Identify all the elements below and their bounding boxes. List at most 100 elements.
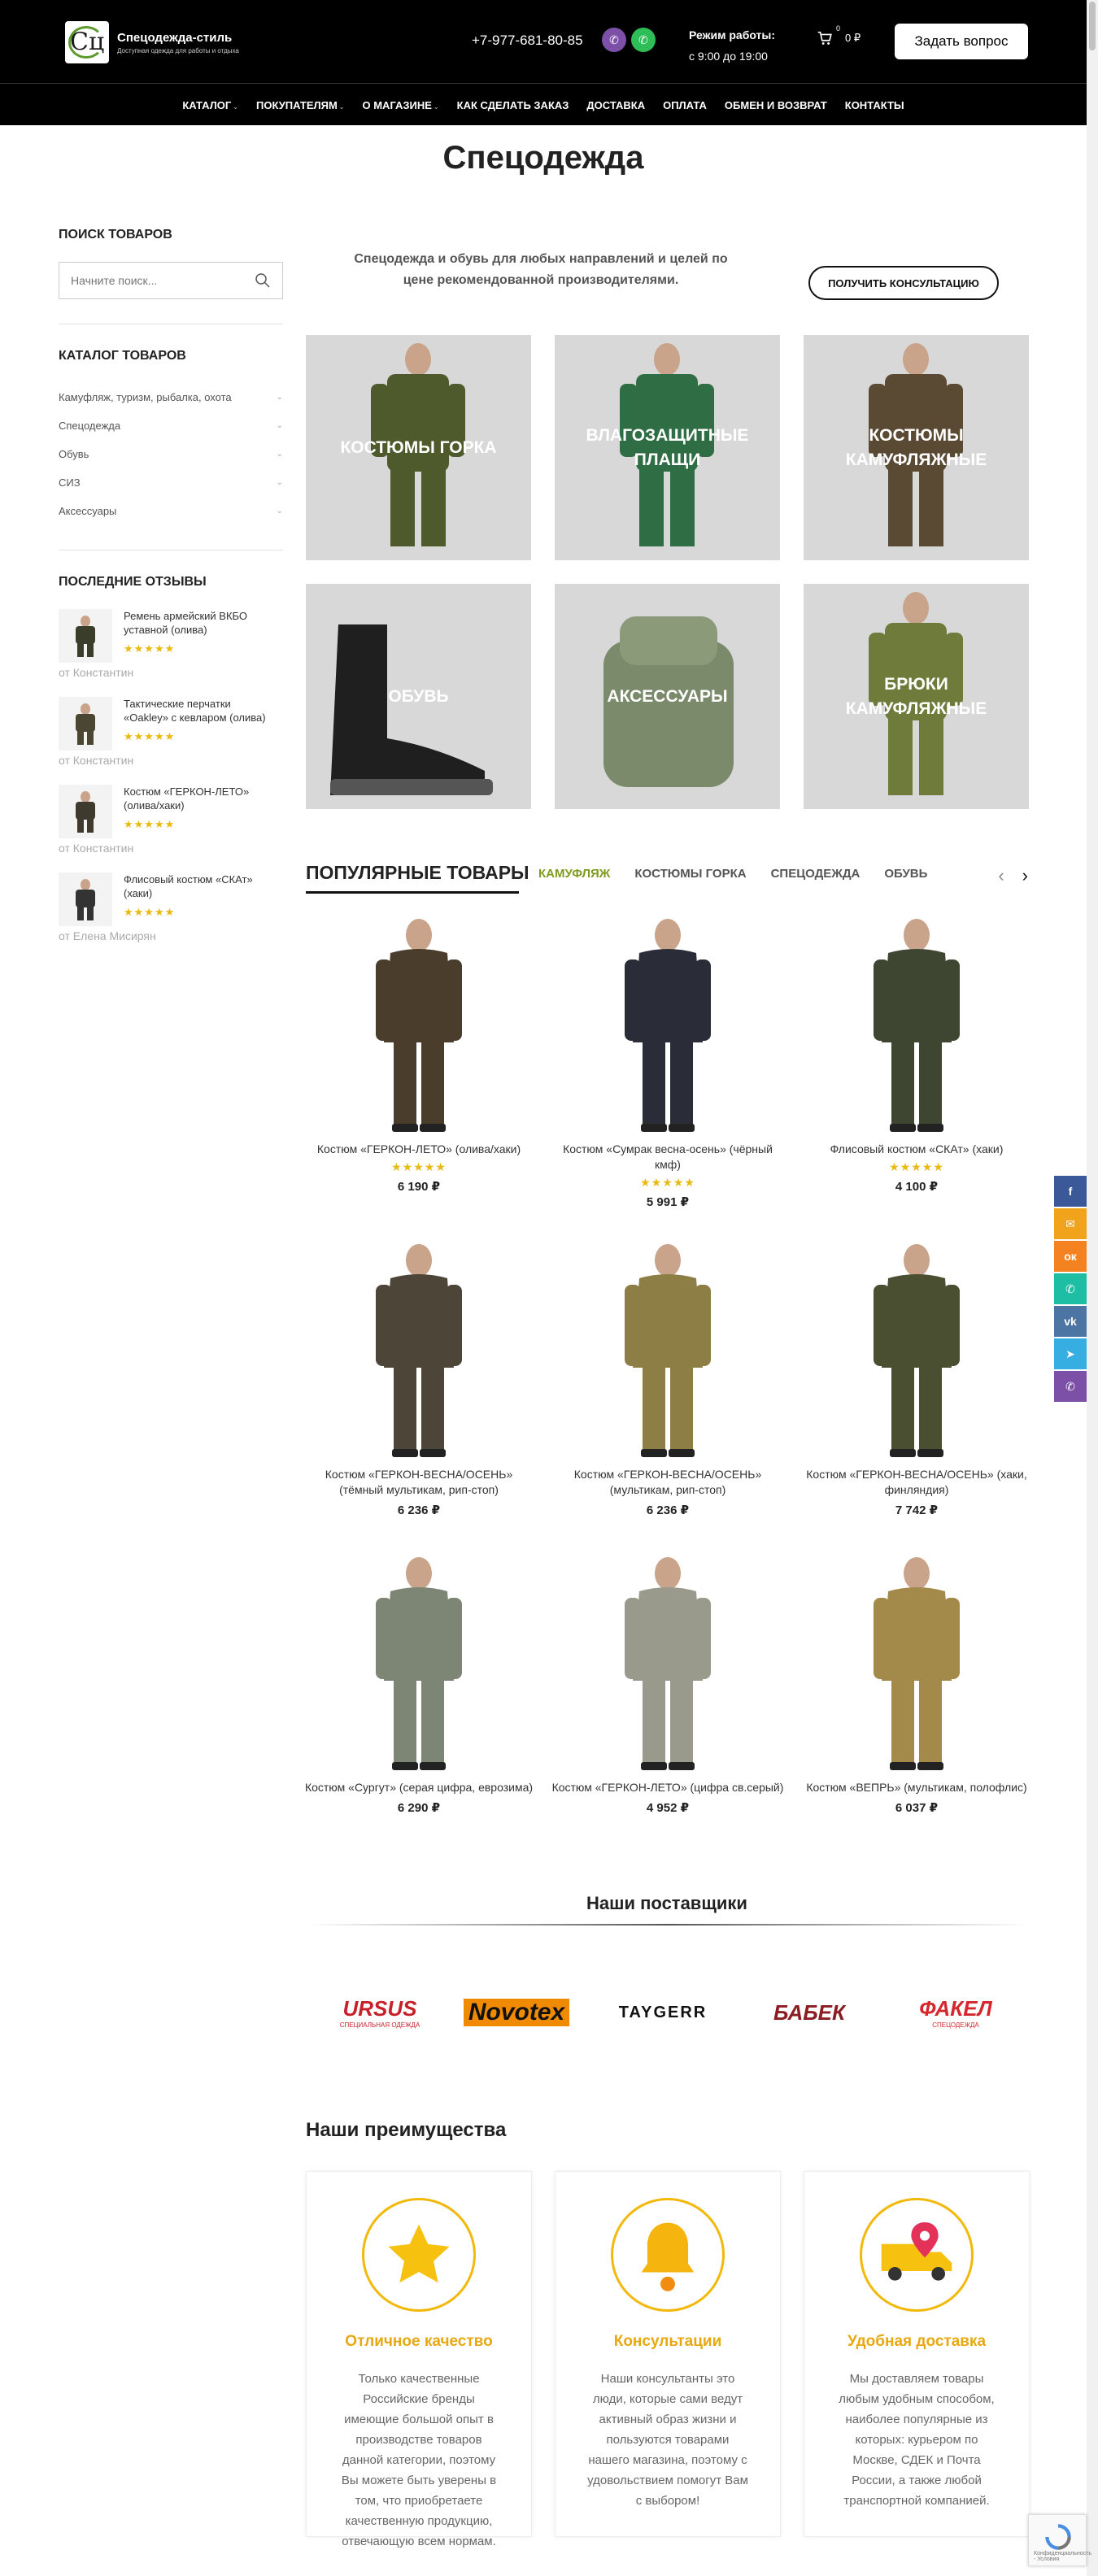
chevron-right-icon[interactable]: ›	[1022, 865, 1028, 886]
nav-item[interactable]: ПОКУПАТЕЛЯМ ⌄	[247, 99, 354, 111]
supplier-logo[interactable]: ФАКЕЛ СПЕЦОДЕЖДА	[895, 1984, 1017, 2041]
phone-link[interactable]: +7-977-681-80-85	[472, 33, 583, 49]
chevron-down-icon[interactable]: ⌄	[277, 393, 283, 402]
nav-item-label: ПОКУПАТЕЛЯМ	[256, 98, 338, 111]
intro-text: Спецодежда и обувь для любых направлений…	[354, 252, 728, 287]
product-image[interactable]	[333, 1236, 504, 1460]
telegram-icon[interactable]: ➤	[1054, 1338, 1087, 1369]
sidebar-category[interactable]: Аксессуары ⌄	[59, 497, 283, 525]
ask-question-button[interactable]: Задать вопрос	[895, 24, 1028, 59]
supplier-logo[interactable]: URSUS СПЕЦИАЛЬНАЯ ОДЕЖДА	[319, 1984, 441, 2041]
sidebar: ПОИСК ТОВАРОВ КАТАЛОГ ТОВАРОВ Камуфляж, …	[59, 228, 283, 960]
review-product-thumb[interactable]	[59, 872, 112, 926]
review-product-thumb[interactable]	[59, 609, 112, 663]
nav-item-label: О МАГАЗИНЕ	[362, 98, 432, 111]
category-tile-label: БРЮКИ КАМУФЛЯЖНЫЕ	[845, 674, 987, 718]
product-name[interactable]: Костюм «Сургут» (серая цифра, еврозима)	[303, 1780, 535, 1795]
nav-item[interactable]: ОПЛАТА	[654, 99, 716, 111]
vk-icon[interactable]: vk	[1054, 1306, 1087, 1337]
search-box	[59, 262, 283, 299]
popular-header: ПОПУЛЯРНЫЕ ТОВАРЫ КАМУФЛЯЖ КОСТЮМЫ ГОРКА С…	[306, 860, 1028, 894]
review-product-thumb[interactable]	[59, 697, 112, 751]
product-image[interactable]	[333, 911, 504, 1135]
sidebar-category[interactable]: Камуфляж, туризм, рыбалка, охота ⌄	[59, 383, 283, 411]
chevron-down-icon[interactable]: ⌄	[277, 421, 283, 430]
product-card: Костюм «Сумрак весна-осень» (чёрный кмф)…	[551, 911, 784, 1209]
category-tile[interactable]: АКСЕССУАРЫ	[555, 584, 780, 809]
nav-item[interactable]: ОБМЕН И ВОЗВРАТ	[716, 99, 836, 111]
product-name[interactable]: Костюм «ГЕРКОН-ЛЕТО» (цифра св.серый)	[551, 1780, 784, 1795]
category-tile[interactable]: ОБУВЬ	[306, 584, 531, 809]
popular-tab[interactable]: КОСТЮМЫ ГОРКА	[634, 867, 746, 881]
nav-item-label: ДОСТАВКА	[586, 98, 646, 111]
product-name[interactable]: Костюм «ГЕРКОН-ВЕСНА/ОСЕНЬ» (мультикам, …	[551, 1467, 784, 1498]
bell-icon	[611, 2198, 725, 2312]
viber-icon[interactable]: ✆	[602, 28, 626, 52]
nav-item[interactable]: КОНТАКТЫ	[836, 99, 913, 111]
site-logo[interactable]: Сц Спецодежда-стиль Доступная одежда для…	[65, 21, 239, 63]
chevron-left-icon[interactable]: ‹	[998, 865, 1004, 886]
facebook-icon[interactable]: f	[1054, 1176, 1087, 1207]
product-image[interactable]	[582, 1236, 753, 1460]
review-product-name[interactable]: Костюм «ГЕРКОН-ЛЕТО» (олива/хаки)	[124, 785, 270, 812]
sidebar-category[interactable]: СИЗ ⌄	[59, 468, 283, 497]
supplier-logo[interactable]: БАБЕК	[748, 1984, 870, 2041]
product-card: Костюм «ГЕРКОН-ЛЕТО» (цифра св.серый) 4 9…	[551, 1549, 784, 1815]
review-product-name[interactable]: Тактические перчатки «Oakley» с кевларом…	[124, 697, 270, 724]
popular-tab[interactable]: КАМУФЛЯЖ	[538, 867, 610, 881]
product-image[interactable]	[831, 1549, 1002, 1773]
category-tile[interactable]: КОСТЮМЫ ГОРКА	[306, 335, 531, 560]
popular-tab[interactable]: СПЕЦОДЕЖДА	[771, 867, 861, 881]
product-name[interactable]: Костюм «ВЕПРЬ» (мультикам, полофлис)	[800, 1780, 1033, 1795]
whatsapp-icon[interactable]: ✆	[631, 28, 656, 52]
viber-icon[interactable]: ✆	[1054, 1371, 1087, 1402]
chevron-down-icon[interactable]: ⌄	[277, 507, 283, 516]
category-tile[interactable]: БРЮКИ КАМУФЛЯЖНЫЕ	[804, 584, 1029, 809]
supplier-logo[interactable]: Novotex	[455, 1984, 577, 2041]
nav-item[interactable]: КАК СДЕЛАТЬ ЗАКАЗ	[448, 99, 578, 111]
product-image[interactable]	[582, 911, 753, 1135]
review-product-name[interactable]: Флисовый костюм «СКАт» (хаки)	[124, 872, 270, 900]
product-image[interactable]	[333, 1549, 504, 1773]
product-name[interactable]: Костюм «ГЕРКОН-ЛЕТО» (олива/хаки)	[303, 1142, 535, 1157]
review-product-thumb[interactable]	[59, 785, 112, 838]
review-item: Костюм «ГЕРКОН-ЛЕТО» (олива/хаки) ★★★★★ от…	[59, 785, 283, 855]
product-image[interactable]	[582, 1549, 753, 1773]
supplier-subtitle: СПЕЦОДЕЖДА	[932, 2021, 979, 2029]
chevron-down-icon[interactable]: ⌄	[277, 450, 283, 459]
logo-mark: Сц	[65, 21, 109, 63]
consult-button[interactable]: ПОЛУЧИТЬ КОНСУЛЬТАЦИЮ	[808, 266, 999, 300]
supplier-subtitle: СПЕЦИАЛЬНАЯ ОДЕЖДА	[339, 2021, 420, 2029]
product-image[interactable]	[831, 1236, 1002, 1460]
chevron-down-icon[interactable]: ⌄	[277, 478, 283, 487]
popular-tab[interactable]: ОБУВЬ	[884, 867, 927, 881]
sidebar-category[interactable]: Спецодежда ⌄	[59, 411, 283, 440]
recaptcha-badge[interactable]: Конфиденциальность - Условия	[1028, 2514, 1091, 2566]
scrollbar[interactable]	[1087, 0, 1098, 2576]
category-tile[interactable]: КОСТЮМЫ КАМУФЛЯЖНЫЕ	[804, 335, 1029, 560]
supplier-name: Novotex	[463, 1999, 570, 2026]
whatsapp-icon[interactable]: ✆	[1054, 1273, 1087, 1304]
category-tile[interactable]: ВЛАГОЗАЩИТНЫЕ ПЛАЩИ	[555, 335, 780, 560]
product-name[interactable]: Флисовый костюм «СКАт» (хаки)	[800, 1142, 1033, 1157]
review-product-name[interactable]: Ремень армейский ВКБО уставной (олива)	[124, 609, 270, 637]
email-icon[interactable]: ✉	[1054, 1208, 1087, 1239]
search-icon[interactable]	[255, 272, 271, 289]
sidebar-category-label: СИЗ	[59, 476, 81, 489]
nav-item-label: ОБМЕН И ВОЗВРАТ	[724, 98, 827, 111]
product-name[interactable]: Костюм «ГЕРКОН-ВЕСНА/ОСЕНЬ» (хаки, финля…	[800, 1467, 1033, 1498]
odnoklassniki-icon[interactable]: ок	[1054, 1241, 1087, 1272]
advantage-heading: Консультации	[613, 2333, 722, 2350]
search-input[interactable]	[59, 263, 238, 298]
nav-item[interactable]: ДОСТАВКА	[577, 99, 654, 111]
cart-button[interactable]: 0 0 ₽	[816, 24, 861, 47]
nav-item[interactable]: О МАГАЗИНЕ ⌄	[354, 99, 448, 111]
supplier-logo[interactable]: TAYGERR	[602, 1984, 724, 2041]
product-name[interactable]: Костюм «Сумрак весна-осень» (чёрный кмф)	[551, 1142, 784, 1173]
product-name[interactable]: Костюм «ГЕРКОН-ВЕСНА/ОСЕНЬ» (тёмный муль…	[303, 1467, 535, 1498]
nav-item[interactable]: КАТАЛОГ ⌄	[173, 99, 247, 111]
product-image[interactable]	[831, 911, 1002, 1135]
nav-item-label: КАК СДЕЛАТЬ ЗАКАЗ	[456, 98, 569, 111]
search-heading: ПОИСК ТОВАРОВ	[59, 228, 172, 242]
sidebar-category[interactable]: Обувь ⌄	[59, 440, 283, 468]
